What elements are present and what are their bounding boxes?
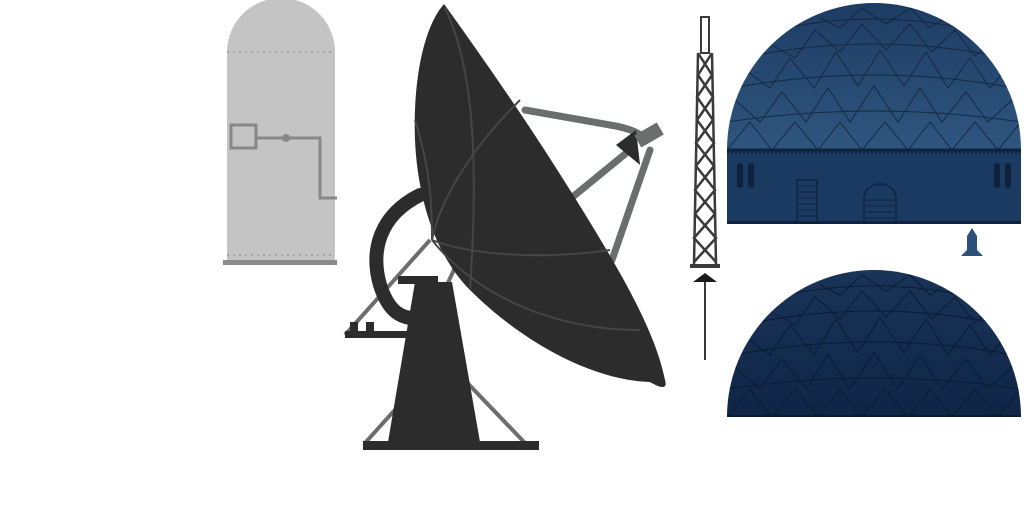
small-rocket-marker bbox=[961, 228, 983, 256]
silo-valve bbox=[282, 134, 290, 142]
entrance-door bbox=[863, 183, 897, 223]
lattice-antenna-tower bbox=[690, 16, 720, 360]
vent-panel bbox=[796, 179, 818, 223]
observatory-dome bbox=[727, 270, 1021, 417]
observatory-dome-with-base bbox=[727, 3, 1021, 224]
radio-telescope-dish bbox=[343, 4, 666, 450]
industrial-scene bbox=[223, 0, 1021, 450]
silo-tank bbox=[223, 0, 337, 265]
